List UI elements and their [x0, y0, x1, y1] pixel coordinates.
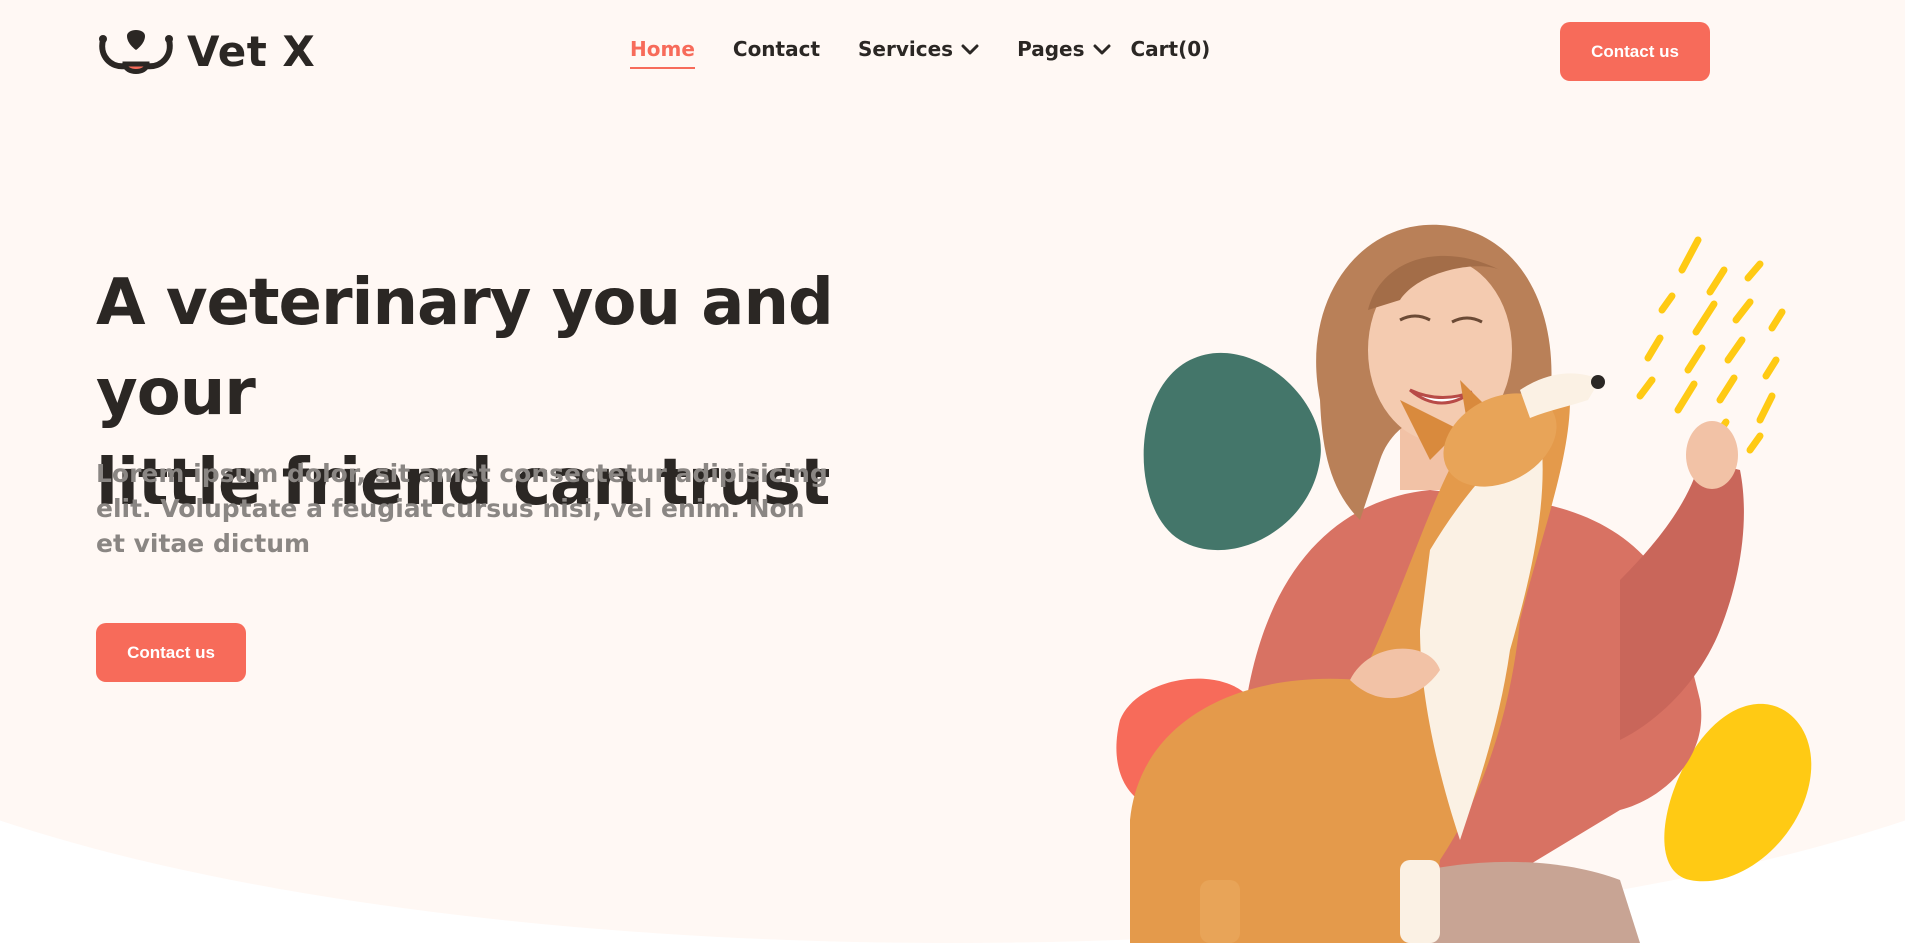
- nav-item-services[interactable]: Services: [858, 37, 979, 61]
- hero-contact-button[interactable]: Contact us: [96, 623, 246, 682]
- woman-hand: [1686, 421, 1738, 489]
- nav-item-pages[interactable]: Pages: [1017, 37, 1110, 61]
- nav-item-cart[interactable]: Cart(0): [1131, 37, 1211, 61]
- woman-with-corgi-image: [1116, 224, 1812, 943]
- hero-headline-line-1: A veterinary you and your: [96, 266, 834, 430]
- yellow-brush-strokes: [1636, 236, 1786, 454]
- chevron-down-icon: [961, 44, 979, 55]
- dog-face-logo-icon: [97, 26, 175, 76]
- nav-item-contact[interactable]: Contact: [733, 37, 820, 61]
- nav-item-services-label: Services: [858, 37, 954, 61]
- main-nav: Home Contact Services Pages Cart(0): [630, 34, 1211, 69]
- hero-illustration: [1100, 200, 1840, 943]
- brand-logo[interactable]: Vet X: [97, 26, 315, 76]
- green-blob: [1143, 352, 1321, 551]
- chevron-down-icon: [1093, 44, 1110, 55]
- nav-item-pages-label: Pages: [1017, 37, 1085, 61]
- brand-name: Vet X: [187, 26, 316, 76]
- site-header: Vet X Home Contact Services Pages Cart(0…: [0, 0, 1905, 100]
- nav-item-home[interactable]: Home: [630, 37, 695, 69]
- hero-subtext: Lorem ipsum dolor, sit amet consectetur …: [96, 459, 828, 558]
- header-contact-button[interactable]: Contact us: [1560, 22, 1710, 81]
